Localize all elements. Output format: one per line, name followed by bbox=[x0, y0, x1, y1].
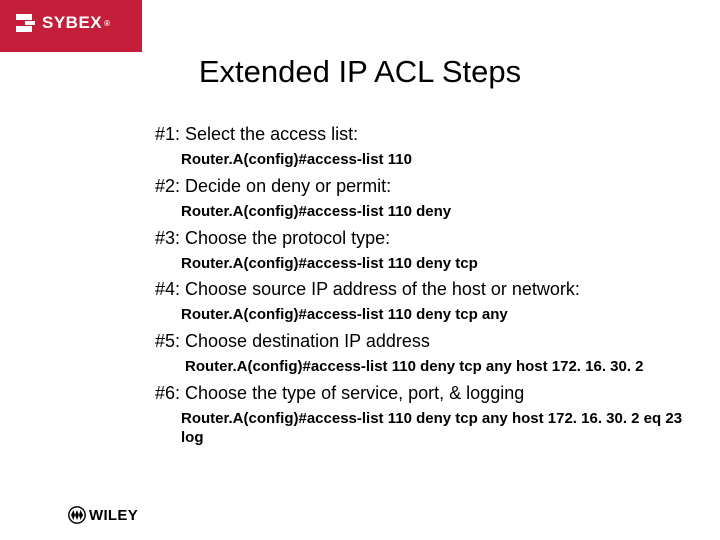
step-heading: #4: Choose source IP address of the host… bbox=[155, 279, 698, 300]
step-command: Router.A(config)#access-list 110 deny tc… bbox=[185, 358, 698, 377]
sybex-icon bbox=[12, 12, 36, 34]
step-command: Router.A(config)#access-list 110 deny bbox=[181, 203, 698, 222]
step-command: Router.A(config)#access-list 110 bbox=[181, 151, 698, 170]
page-title: Extended IP ACL Steps bbox=[0, 54, 720, 90]
wiley-icon bbox=[68, 506, 86, 524]
registered-mark: ® bbox=[104, 19, 110, 28]
step-heading: #5: Choose destination IP address bbox=[155, 331, 698, 352]
step-heading: #3: Choose the protocol type: bbox=[155, 228, 698, 249]
wiley-logo: WILEY bbox=[68, 506, 138, 524]
step-command: Router.A(config)#access-list 110 deny tc… bbox=[181, 410, 698, 448]
sybex-logo: SYBEX ® bbox=[12, 12, 111, 34]
step-command: Router.A(config)#access-list 110 deny tc… bbox=[181, 255, 698, 274]
step-heading: #6: Choose the type of service, port, & … bbox=[155, 383, 698, 404]
sybex-text: SYBEX bbox=[42, 13, 102, 33]
step-command: Router.A(config)#access-list 110 deny tc… bbox=[181, 306, 698, 325]
step-heading: #2: Decide on deny or permit: bbox=[155, 176, 698, 197]
steps-content: #1: Select the access list: Router.A(con… bbox=[155, 120, 698, 453]
wiley-text: WILEY bbox=[89, 507, 138, 524]
step-heading: #1: Select the access list: bbox=[155, 124, 698, 145]
